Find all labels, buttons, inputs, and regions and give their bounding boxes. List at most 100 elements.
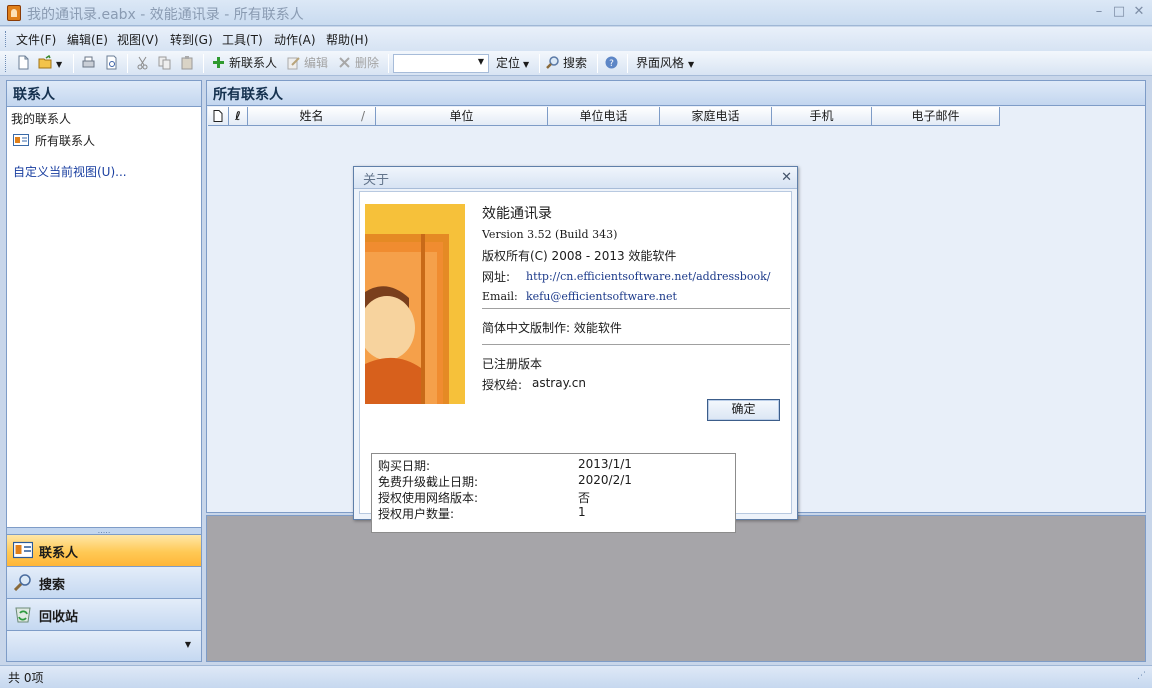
menu-goto[interactable]: 转到(G) (170, 31, 213, 48)
recycle-bin-icon (15, 607, 31, 623)
close-icon[interactable]: ✕ (781, 170, 792, 185)
menu-actions[interactable]: 动作(A) (274, 31, 316, 48)
nav-contacts-button[interactable]: 联系人 (7, 534, 201, 566)
product-logo-image (365, 204, 465, 404)
column-home-phone-label: 家庭电话 (691, 109, 740, 123)
licensed-to-label: 授权给: (482, 378, 523, 392)
nav-search-button[interactable]: 搜索 (7, 566, 201, 598)
product-name: 效能通讯录 (482, 206, 552, 222)
paste-button[interactable] (180, 55, 198, 73)
new-document-button[interactable] (16, 55, 34, 73)
localization-text: 简体中文版制作: 效能软件 (482, 321, 622, 335)
edit-button[interactable]: 编辑 (286, 55, 328, 73)
toolbar-separator (203, 54, 204, 73)
locate-label: 定位 (496, 56, 521, 70)
open-folder-button[interactable]: ▼ (38, 55, 62, 73)
sort-indicator-icon: / (360, 109, 365, 123)
cut-button[interactable] (135, 55, 153, 73)
toolbar-separator (73, 54, 74, 73)
website-link[interactable]: http://cn.efficientsoftware.net/addressb… (526, 270, 770, 283)
nav-splitter[interactable]: ..... (7, 527, 201, 535)
menu-edit[interactable]: 编辑(E) (67, 31, 108, 48)
registered-text: 已注册版本 (482, 357, 543, 371)
network-license-value: 否 (578, 491, 591, 505)
print-icon (82, 56, 95, 68)
network-license-label: 授权使用网络版本: (378, 491, 479, 505)
resize-grip-icon[interactable]: ⋰ (1137, 671, 1146, 681)
title-bar: 我的通讯录.eabx - 效能通讯录 - 所有联系人 – □ ✕ (0, 0, 1152, 26)
menu-view[interactable]: 视图(V) (117, 31, 159, 48)
column-type[interactable] (208, 107, 229, 126)
search-icon (546, 56, 559, 69)
status-bar: 共 0项 ⋰ (0, 665, 1152, 688)
new-contact-label: 新联系人 (229, 56, 278, 70)
edit-icon (287, 57, 300, 70)
column-home-phone[interactable]: 家庭电话 (660, 107, 772, 126)
maximize-button[interactable]: □ (1110, 4, 1128, 20)
contact-card-icon (13, 541, 33, 559)
all-contacts-item[interactable]: 所有联系人 (13, 132, 95, 149)
new-contact-button[interactable]: 新联系人 (211, 55, 277, 73)
nav-recycle-button[interactable]: 回收站 (7, 598, 201, 630)
customize-view-link[interactable]: 自定义当前视图(U)... (13, 163, 127, 180)
paste-icon (181, 56, 193, 70)
copyright-text: 版权所有(C) 2008 - 2013 效能软件 (482, 249, 677, 263)
chevron-down-icon: ▼ (688, 60, 695, 69)
nav-contacts-label: 联系人 (39, 546, 79, 561)
column-work-phone[interactable]: 单位电话 (548, 107, 660, 126)
divider (482, 308, 790, 309)
delete-icon (339, 57, 350, 68)
column-email-label: 电子邮件 (911, 109, 960, 123)
column-attachment[interactable]: ℓ (229, 107, 248, 126)
column-name-label: 姓名 (299, 109, 324, 123)
column-company[interactable]: 单位 (376, 107, 548, 126)
chevron-down-icon: ▼ (477, 57, 484, 66)
search-icon (13, 574, 31, 591)
print-button[interactable] (81, 55, 99, 73)
menu-tools[interactable]: 工具(T) (222, 31, 263, 48)
delete-button[interactable]: 删除 (337, 55, 379, 73)
window-title: 我的通讯录.eabx - 效能通讯录 - 所有联系人 (27, 7, 304, 23)
toolbar-grip (5, 55, 8, 72)
my-contacts-group[interactable]: 我的联系人 (11, 110, 71, 127)
theme-button[interactable]: 界面风格 ▼ (636, 55, 694, 73)
search-button[interactable]: 搜索 (545, 55, 587, 73)
minimize-button[interactable]: – (1090, 4, 1108, 20)
about-dialog-body: 效能通讯录 Version 3.52 (Build 343) 版权所有(C) 2… (359, 191, 792, 533)
upgrade-deadline-value: 2020/2/1 (578, 473, 632, 487)
toolbar-separator (597, 54, 598, 73)
about-dialog-titlebar: 关于 ✕ (354, 167, 797, 189)
column-work-phone-label: 单位电话 (579, 109, 628, 123)
close-button[interactable]: ✕ (1130, 4, 1148, 20)
chevron-down-icon: ▼ (523, 60, 530, 69)
chevron-down-icon: ▼ (184, 640, 191, 649)
menu-file[interactable]: 文件(F) (16, 31, 56, 48)
left-pane-header: 联系人 (7, 81, 201, 107)
website-label: 网址: (482, 270, 511, 284)
copy-button[interactable] (157, 55, 175, 73)
ok-button[interactable]: 确定 (707, 399, 780, 421)
nav-more-button[interactable]: ▼ (7, 630, 201, 661)
user-count-value: 1 (578, 505, 586, 519)
new-document-icon (18, 55, 29, 70)
licensed-to-value: astray.cn (532, 376, 587, 390)
menu-help[interactable]: 帮助(H) (326, 31, 368, 48)
help-button[interactable]: ? (604, 55, 622, 73)
column-email[interactable]: 电子邮件 (872, 107, 1000, 126)
license-info-box: 购买日期: 2013/1/1 免费升级截止日期: 2020/2/1 授权使用网络… (371, 453, 736, 533)
locate-button[interactable]: 定位 ▼ (496, 55, 529, 73)
column-mobile-label: 手机 (809, 109, 834, 123)
email-link[interactable]: kefu@efficientsoftware.net (526, 290, 677, 303)
delete-label: 删除 (355, 56, 380, 70)
toolbar-separator (627, 54, 628, 73)
nav-recycle-label: 回收站 (39, 610, 79, 625)
column-name[interactable]: 姓名 / (248, 107, 376, 126)
column-mobile[interactable]: 手机 (772, 107, 872, 126)
edit-label: 编辑 (304, 56, 329, 70)
print-preview-button[interactable] (104, 55, 122, 73)
toolbar-separator (539, 54, 540, 73)
locate-combo[interactable]: ▼ (393, 54, 489, 73)
toolbar: ▼ 新联系人 编辑 删除 ▼ 定位 ▼ 搜索 ? 界面风格 ▼ (0, 51, 1152, 76)
about-dialog-title: 关于 (363, 173, 390, 188)
upgrade-deadline-label: 免费升级截止日期: (378, 475, 479, 489)
